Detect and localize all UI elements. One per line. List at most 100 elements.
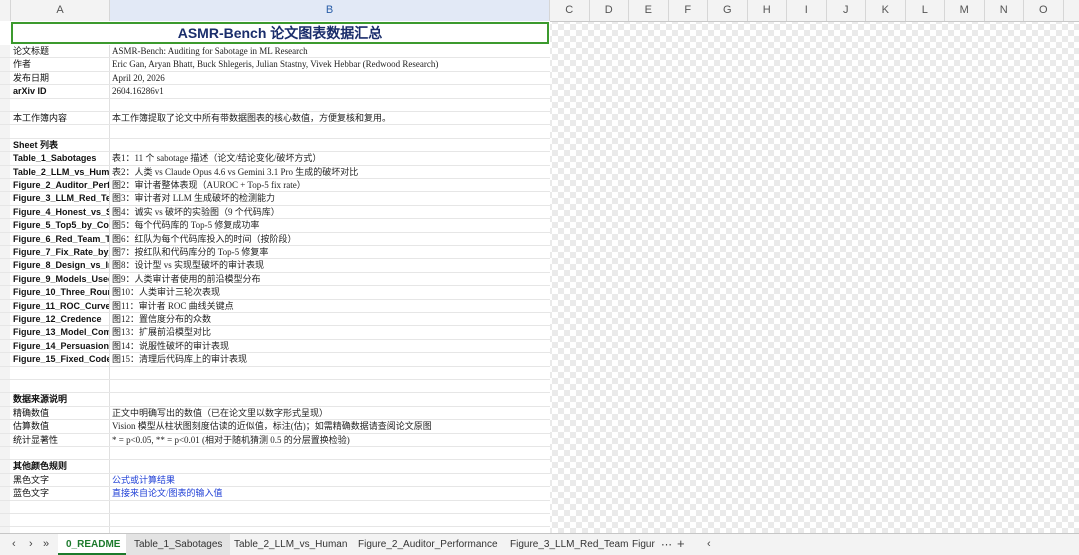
column-header-d[interactable]: D xyxy=(590,0,629,21)
row-number[interactable] xyxy=(0,286,10,299)
spreadsheet-grid[interactable]: ABCDEFGHIJKLMNO 论文标题 ASMR-Bench: Auditing… xyxy=(0,0,1079,533)
cell-a[interactable] xyxy=(11,514,110,527)
row-number[interactable] xyxy=(0,433,10,446)
row-number[interactable] xyxy=(0,152,10,165)
cell-b[interactable]: 图14：说服性破坏的审计表现 xyxy=(110,340,550,352)
cell-a[interactable]: Figure_7_Fix_Rate_by_Type xyxy=(11,246,110,259)
cell-a[interactable]: 估算数值 xyxy=(11,420,110,433)
cell-b[interactable] xyxy=(110,380,550,392)
cell-b[interactable]: 图4：诚实 vs 破坏的实验图（9 个代码库） xyxy=(110,206,550,218)
cell-a[interactable]: 发布日期 xyxy=(11,71,110,85)
cell-b[interactable]: Vision 模型从柱状图刻度估读的近似值，标注(估)；如需精确数据请查阅论文原… xyxy=(110,420,550,432)
cell-b[interactable]: 图7：按红队和代码库分的 Top-5 修复率 xyxy=(110,246,550,258)
row-number[interactable] xyxy=(0,138,10,152)
row-number[interactable] xyxy=(0,514,10,527)
cell-a[interactable] xyxy=(11,380,110,393)
row-number[interactable] xyxy=(0,366,10,379)
column-header-k[interactable]: K xyxy=(866,0,906,21)
cell-b[interactable]: 2604.16286v1 xyxy=(110,85,550,97)
tab-scroll-icon[interactable]: ‹ xyxy=(707,538,711,550)
column-header-c[interactable]: C xyxy=(550,0,590,21)
cell-a[interactable]: arXiv ID xyxy=(11,85,110,98)
cell-a[interactable] xyxy=(11,366,110,379)
cell-b[interactable]: 表1：11 个 sabotage 描述（论文/结论变化/破坏方式） xyxy=(110,152,550,164)
cell-a[interactable]: 论文标题 xyxy=(11,45,110,58)
cell-b[interactable]: 直接来自论文/图表的输入值 xyxy=(110,487,550,499)
more-tabs-icon[interactable]: ⋯ xyxy=(661,538,672,551)
row-number[interactable] xyxy=(0,125,10,138)
cell-b[interactable] xyxy=(110,367,550,379)
cell-a[interactable] xyxy=(11,447,110,460)
cell-a[interactable]: 作者 xyxy=(11,58,110,71)
row-number[interactable] xyxy=(0,460,10,473)
cell-a[interactable]: 统计显著性 xyxy=(11,433,110,446)
cell-a[interactable]: 数据来源说明 xyxy=(11,393,110,406)
cell-a[interactable]: 本工作簿内容 xyxy=(11,112,110,125)
sheet-tab[interactable]: Figur xyxy=(624,534,663,555)
column-header-f[interactable]: F xyxy=(669,0,708,21)
add-sheet-button[interactable]: + xyxy=(677,536,685,551)
column-header-a[interactable]: A xyxy=(11,0,110,21)
cell-b[interactable]: ASMR-Bench: Auditing for Sabotage in ML … xyxy=(110,45,550,57)
row-number[interactable] xyxy=(0,85,10,98)
cell-b[interactable]: 图8：设计型 vs 实现型破坏的审计表现 xyxy=(110,259,550,271)
cell-b[interactable] xyxy=(110,99,550,111)
column-header-o[interactable]: O xyxy=(1024,0,1064,21)
cell-a[interactable]: Figure_3_LLM_Red_Team xyxy=(11,192,110,205)
tab-last-button[interactable]: » xyxy=(43,538,49,550)
cell-b[interactable]: April 20, 2026 xyxy=(110,72,550,84)
column-header-b[interactable]: B xyxy=(110,0,550,21)
row-number[interactable] xyxy=(0,98,10,111)
cell-b[interactable]: * = p<0.05, ** = p<0.01 (相对于随机猜测 0.5 的分层… xyxy=(110,434,550,446)
row-number[interactable] xyxy=(0,259,10,272)
column-header-l[interactable]: L xyxy=(906,0,945,21)
cell-a[interactable]: Table_2_LLM_vs_Human xyxy=(11,165,110,178)
cell-b[interactable]: 图15：清理后代码库上的审计表现 xyxy=(110,353,550,365)
cell-b[interactable]: 公式或计算结果 xyxy=(110,474,550,486)
cell-a[interactable]: Figure_9_Models_Used xyxy=(11,272,110,286)
cell-a[interactable]: 其他颜色规则 xyxy=(11,460,110,473)
selected-title-cell[interactable]: ASMR-Bench 论文图表数据汇总 xyxy=(11,22,549,44)
cell-a[interactable]: Figure_11_ROC_Curves xyxy=(11,299,110,312)
column-header-i[interactable]: I xyxy=(787,0,827,21)
row-number[interactable] xyxy=(0,112,10,125)
cell-b[interactable]: 图3：审计者对 LLM 生成破坏的检测能力 xyxy=(110,192,550,204)
cell-a[interactable]: Table_1_Sabotages xyxy=(11,152,110,165)
cell-b[interactable]: 图6：红队为每个代码库投入的时间（按阶段） xyxy=(110,233,550,245)
cell-b[interactable] xyxy=(110,139,550,151)
column-header-h[interactable]: H xyxy=(748,0,787,21)
cell-b[interactable] xyxy=(110,501,550,513)
row-number[interactable] xyxy=(0,447,10,460)
row-number[interactable] xyxy=(0,232,10,245)
row-number[interactable] xyxy=(0,58,10,71)
row-number[interactable] xyxy=(0,45,10,58)
cell-a[interactable] xyxy=(11,500,110,513)
cell-b[interactable]: 图12：置信度分布的众数 xyxy=(110,313,550,325)
cell-a[interactable]: Figure_4_Honest_vs_Sabotaged xyxy=(11,205,110,219)
cell-b[interactable]: 图13：扩展前沿模型对比 xyxy=(110,326,550,338)
cell-a[interactable]: Figure_10_Three_Rounds xyxy=(11,286,110,299)
cell-b[interactable]: 正文中明确写出的数值（已在论文里以数字形式呈现） xyxy=(110,407,550,419)
cell-b[interactable]: 表2：人类 vs Claude Opus 4.6 vs Gemini 3.1 P… xyxy=(110,166,550,178)
cell-b[interactable] xyxy=(110,125,550,137)
row-number[interactable] xyxy=(0,205,10,219)
sheet-tab[interactable]: 0_README xyxy=(58,534,129,555)
row-number[interactable] xyxy=(0,393,10,406)
row-number[interactable] xyxy=(0,380,10,393)
row-number[interactable] xyxy=(0,313,10,326)
row-number[interactable] xyxy=(0,500,10,513)
cell-area[interactable]: 论文标题 ASMR-Bench: Auditing for Sabotage in… xyxy=(0,21,550,533)
cell-a[interactable]: 黑色文字 xyxy=(11,473,110,487)
select-all-corner[interactable] xyxy=(0,0,11,21)
row-number[interactable] xyxy=(0,406,10,420)
column-header-n[interactable]: N xyxy=(985,0,1024,21)
cell-a[interactable]: 精确数值 xyxy=(11,406,110,420)
cell-b[interactable] xyxy=(110,460,550,472)
cell-b[interactable]: 图2：审计者整体表现（AUROC + Top-5 fix rate） xyxy=(110,179,550,191)
cell-a[interactable]: Figure_6_Red_Team_Time xyxy=(11,232,110,245)
row-number[interactable] xyxy=(0,192,10,205)
cell-a[interactable]: Figure_15_Fixed_Codebases xyxy=(11,353,110,366)
cell-a[interactable]: Figure_2_Auditor_Performance xyxy=(11,179,110,192)
cell-b[interactable] xyxy=(110,447,550,459)
cell-a[interactable]: 蓝色文字 xyxy=(11,487,110,500)
